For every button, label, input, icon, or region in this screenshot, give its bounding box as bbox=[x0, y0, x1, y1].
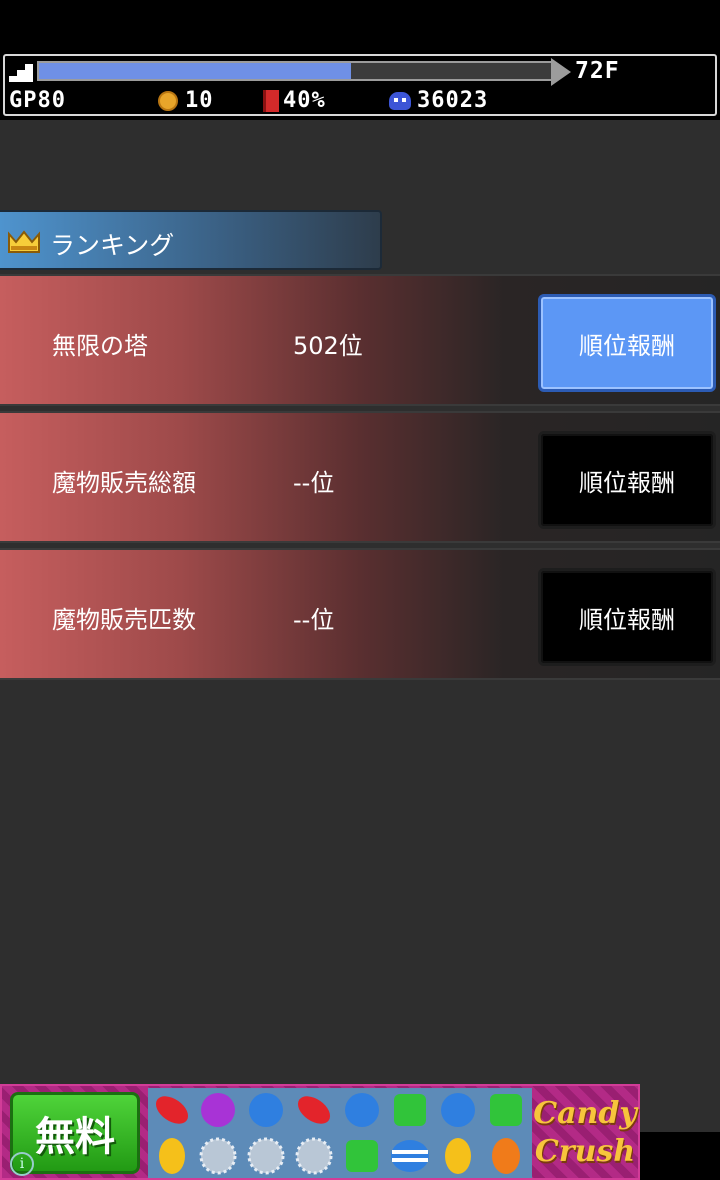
ranking-position: --位 bbox=[293, 606, 335, 634]
ranking-category: 魔物販売匹数 bbox=[52, 606, 196, 634]
bottom-filler bbox=[640, 1132, 720, 1180]
coin-icon bbox=[158, 91, 178, 111]
rank-reward-button[interactable]: 順位報酬 bbox=[538, 431, 716, 529]
book-icon bbox=[263, 90, 279, 112]
floor-progress-fill bbox=[39, 63, 352, 79]
ranking-title: ランキング bbox=[50, 231, 175, 260]
monster-count: 36023 bbox=[417, 88, 489, 113]
logo-line-1: Candy bbox=[533, 1096, 637, 1131]
ranking-header: ランキング bbox=[0, 210, 382, 270]
ad-info-icon[interactable]: i bbox=[10, 1152, 34, 1176]
crown-icon bbox=[8, 230, 40, 253]
logo-line-2: Crush bbox=[534, 1134, 636, 1169]
ad-candy-image bbox=[148, 1088, 532, 1178]
ranking-position: 502位 bbox=[293, 332, 363, 360]
monster-icon bbox=[389, 92, 411, 110]
ranking-position: --位 bbox=[293, 469, 335, 497]
floor-number: 72F bbox=[575, 58, 620, 84]
candy-crush-logo: Candy Crush bbox=[533, 1090, 637, 1176]
status-hud: 72F GP80 10 40% 36023 bbox=[3, 54, 717, 116]
ranking-row-sales-count: 魔物販売匹数 --位 順位報酬 bbox=[0, 548, 720, 680]
rank-reward-button[interactable]: 順位報酬 bbox=[538, 294, 716, 392]
ad-banner[interactable]: 無料 Candy Crush bbox=[0, 1084, 640, 1180]
coin-count: 10 bbox=[185, 88, 214, 113]
candy-grid-image bbox=[155, 1093, 522, 1175]
stairs-icon bbox=[9, 64, 33, 82]
rank-reward-button[interactable]: 順位報酬 bbox=[538, 568, 716, 666]
floor-progress-bar bbox=[37, 61, 553, 81]
progress-arrow-icon bbox=[551, 58, 571, 86]
ranking-category: 無限の塔 bbox=[52, 332, 148, 360]
gp-value: GP80 bbox=[9, 88, 66, 113]
ranking-category: 魔物販売総額 bbox=[52, 469, 196, 497]
top-status-area: 72F GP80 10 40% 36023 bbox=[0, 0, 720, 120]
ranking-row-tower: 無限の塔 502位 順位報酬 bbox=[0, 274, 720, 406]
book-percent: 40% bbox=[283, 88, 326, 113]
ranking-row-sales-total: 魔物販売総額 --位 順位報酬 bbox=[0, 411, 720, 543]
